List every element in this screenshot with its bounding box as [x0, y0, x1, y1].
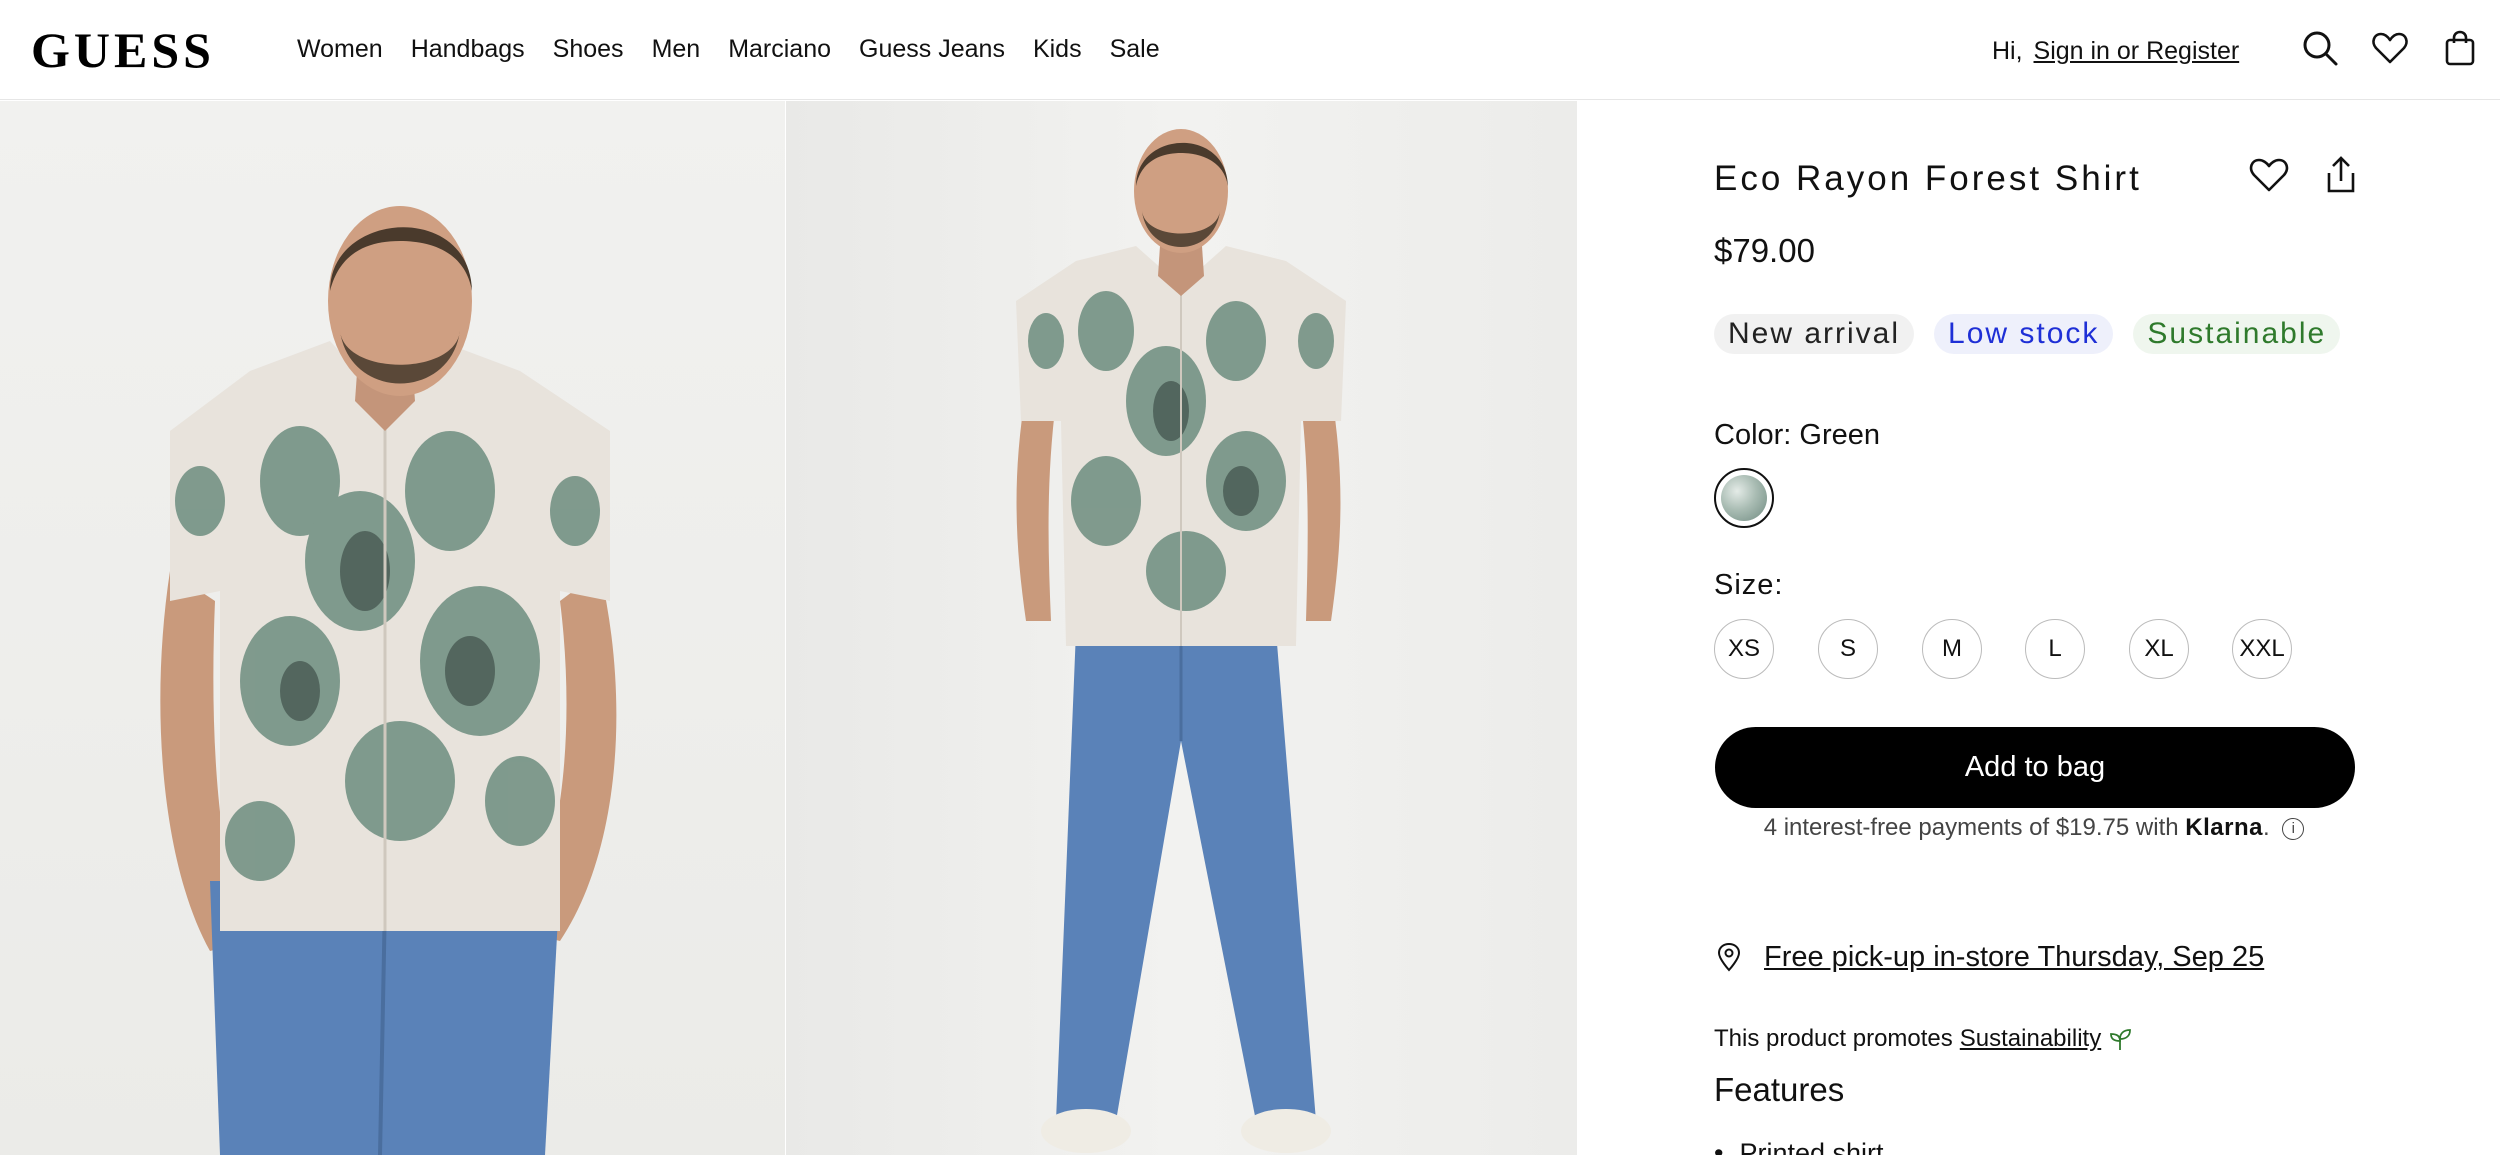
account-greeting: Hi, Sign in or Register [1992, 32, 2239, 70]
guess-logo[interactable]: GUESS [31, 22, 215, 78]
klarna-logo: Klarna [2185, 814, 2263, 841]
color-swatch-green[interactable] [1714, 468, 1774, 528]
front-model-photo[interactable] [0, 101, 785, 1155]
add-to-bag-button[interactable]: Add to bag [1715, 727, 2355, 808]
badge-low-stock: Low stock [1934, 314, 2114, 354]
full-length-model-photo[interactable] [786, 101, 1577, 1155]
product-badges: New arrival Low stock Sustainable [1714, 314, 2360, 354]
color-label: Color: Green [1714, 419, 1881, 451]
greeting-text: Hi, [1992, 37, 2023, 65]
klarna-message: 4 interest-free payments of $19.75 with … [1714, 810, 2354, 846]
nav-shoes[interactable]: Shoes [553, 30, 624, 68]
features-heading: Features [1714, 1071, 1845, 1108]
search-icon[interactable] [2300, 28, 2340, 68]
size-l[interactable]: L [2025, 619, 2085, 679]
site-header: GUESS Women Handbags Shoes Men Marciano … [0, 0, 2500, 100]
size-xxl[interactable]: XXL [2232, 619, 2292, 679]
sign-in-link[interactable]: Sign in or Register [2034, 37, 2240, 65]
product-details-panel: Eco Rayon Forest Shirt $79.00 New arriva… [1577, 101, 2500, 1155]
feature-item: Printed shirt [1714, 1133, 1883, 1155]
nav-handbags[interactable]: Handbags [411, 30, 525, 68]
badge-sustainable: Sustainable [2133, 314, 2341, 354]
product-title: Eco Rayon Forest Shirt [1714, 159, 2142, 198]
nav-sale[interactable]: Sale [1110, 30, 1160, 68]
klarna-text: 4 interest-free payments of $19.75 with [1763, 814, 2179, 841]
product-gallery [0, 101, 1577, 1155]
nav-guess-jeans[interactable]: Guess Jeans [859, 30, 1005, 68]
nav-kids[interactable]: Kids [1033, 30, 1082, 68]
product-price: $79.00 [1714, 232, 1815, 269]
location-pin-icon [1717, 942, 1741, 972]
sustainability-note: This product promotes Sustainability [1714, 1022, 2133, 1056]
nav-marciano[interactable]: Marciano [728, 30, 831, 68]
klarna-suffix: . [2262, 814, 2270, 841]
sprout-icon [2110, 1029, 2132, 1050]
swatch-fill [1721, 475, 1767, 521]
shopping-bag-icon[interactable] [2440, 28, 2480, 68]
badge-new-arrival: New arrival [1714, 314, 1915, 354]
sustainability-link[interactable]: Sustainability [1960, 1022, 2101, 1056]
wishlist-heart-icon[interactable] [2247, 153, 2291, 197]
pickup-link[interactable]: Free pick-up in-store Thursday, Sep 25 [1764, 937, 2264, 977]
size-label: Size: [1714, 569, 1784, 601]
share-icon[interactable] [2319, 153, 2363, 197]
store-pickup: Free pick-up in-store Thursday, Sep 25 [1714, 937, 2264, 977]
nav-men[interactable]: Men [652, 30, 701, 68]
nav-women[interactable]: Women [297, 30, 383, 68]
size-xl[interactable]: XL [2129, 619, 2189, 679]
size-xs[interactable]: XS [1714, 619, 1774, 679]
info-icon[interactable]: i [2282, 817, 2305, 840]
size-s[interactable]: S [1818, 619, 1878, 679]
heart-icon[interactable] [2370, 28, 2410, 68]
size-m[interactable]: M [1922, 619, 1982, 679]
main-nav: Women Handbags Shoes Men Marciano Guess … [297, 30, 1188, 68]
sustainability-prefix: This product promotes [1714, 1025, 1953, 1052]
